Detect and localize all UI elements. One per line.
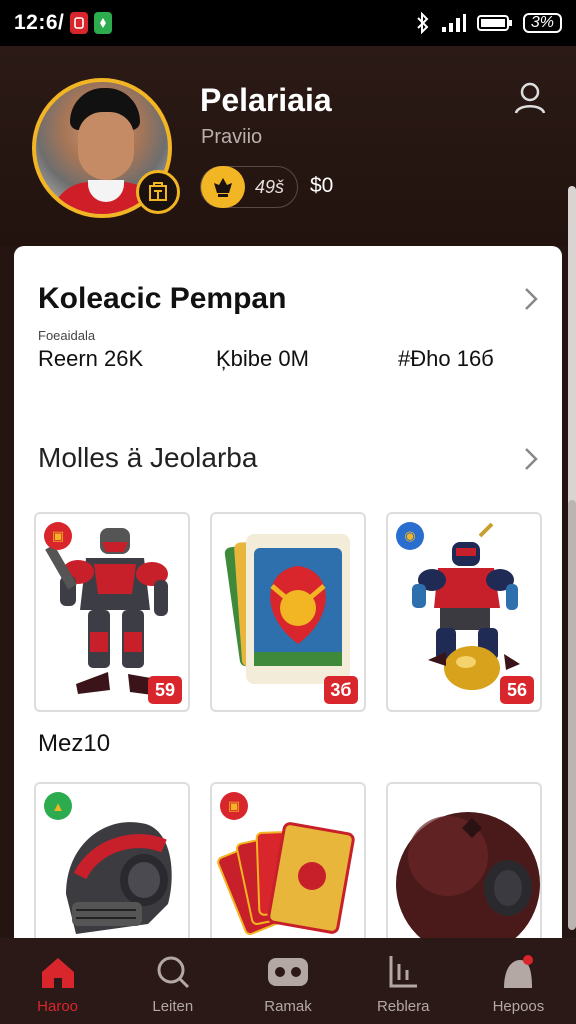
rarity-badge-icon: ▣ <box>220 792 248 820</box>
bluetooth-icon <box>417 12 429 34</box>
collection-title[interactable]: Koleacic Pempan <box>38 282 286 316</box>
nav-label: Hepoos <box>492 998 545 1015</box>
price-tag: 3б <box>324 676 358 704</box>
battery-icon <box>476 15 512 31</box>
coins-value: $0 <box>310 174 334 197</box>
user-profile-icon[interactable] <box>512 80 548 116</box>
price-tag: 59 <box>148 676 182 704</box>
status-right: 3% <box>415 12 562 34</box>
stat-item: Ķbibe 0M <box>216 346 309 371</box>
points-value: 49š <box>255 176 285 197</box>
points-pill[interactable]: 49š <box>200 166 298 208</box>
stat-item: Reern 26K <box>38 346 144 371</box>
status-bar: 12:6/ 3% <box>0 0 576 46</box>
nav-item-search[interactable]: Leiten <box>115 938 230 1024</box>
bottom-nav: Haroo Leiten Ramak Reblera Hepoos <box>0 938 576 1024</box>
nav-item-profile[interactable]: Hepoos <box>461 938 576 1024</box>
profile-subtitle: Praviio <box>201 126 263 148</box>
chart-icon <box>389 956 418 988</box>
rarity-badge-icon: ▲ <box>44 792 72 820</box>
featured-title[interactable]: Molles ä Jeolarba <box>38 442 257 474</box>
chevron-right-icon[interactable] <box>520 286 542 312</box>
item-card-robot-warrior[interactable]: ▣ 59 <box>34 512 190 712</box>
nav-label: Reblera <box>376 998 430 1015</box>
notification-red-icon <box>70 12 89 34</box>
battery-percent: 3% <box>522 13 562 33</box>
profile-name: Pelariaia <box>200 82 332 118</box>
item-card-armored-knight[interactable]: ◉ 56 <box>386 512 542 712</box>
rank-badge-icon <box>136 170 180 214</box>
nav-item-controller[interactable]: Ramak <box>230 938 345 1024</box>
status-left: 12:6/ <box>14 11 113 35</box>
nav-label: Leiten <box>152 998 194 1015</box>
scrollbar-thumb[interactable] <box>568 500 576 930</box>
nav-item-home[interactable]: Haroo <box>0 938 115 1024</box>
home-icon <box>41 958 74 988</box>
nav-label: Haroo <box>37 998 79 1015</box>
trophy-icon <box>201 166 245 208</box>
price-tag: 56 <box>500 676 534 704</box>
content-card: Koleacic Pempan Foeaidala Reern 26K Ķbib… <box>14 246 562 946</box>
hood-icon <box>504 955 534 988</box>
item-card-playing-cards[interactable]: ▣ <box>210 782 366 946</box>
rarity-badge-icon: ◉ <box>396 522 424 550</box>
row-label: Mez10 <box>38 730 111 757</box>
status-time: 12:6/ <box>14 11 65 34</box>
controller-icon <box>268 958 308 986</box>
item-card-helmet[interactable]: ▲ <box>34 782 190 946</box>
stats-caption: Foeaidala <box>38 328 96 343</box>
notification-green-icon <box>94 12 113 34</box>
sphere-orb-image <box>396 812 540 946</box>
profile-header: Pelariaia Praviio 49š $0 <box>0 46 576 246</box>
rarity-badge-icon: ▣ <box>44 522 72 550</box>
nav-label: Ramak <box>264 998 312 1015</box>
chevron-right-icon[interactable] <box>520 446 542 472</box>
item-card-sphere-orb[interactable] <box>386 782 542 946</box>
nav-item-stats[interactable]: Reblera <box>346 938 461 1024</box>
avatar-face <box>78 112 134 180</box>
stat-item: #Đho 16б <box>398 346 494 371</box>
signal-icon <box>441 14 466 32</box>
search-icon <box>157 956 189 989</box>
item-card-poster[interactable]: 3б <box>210 512 366 712</box>
